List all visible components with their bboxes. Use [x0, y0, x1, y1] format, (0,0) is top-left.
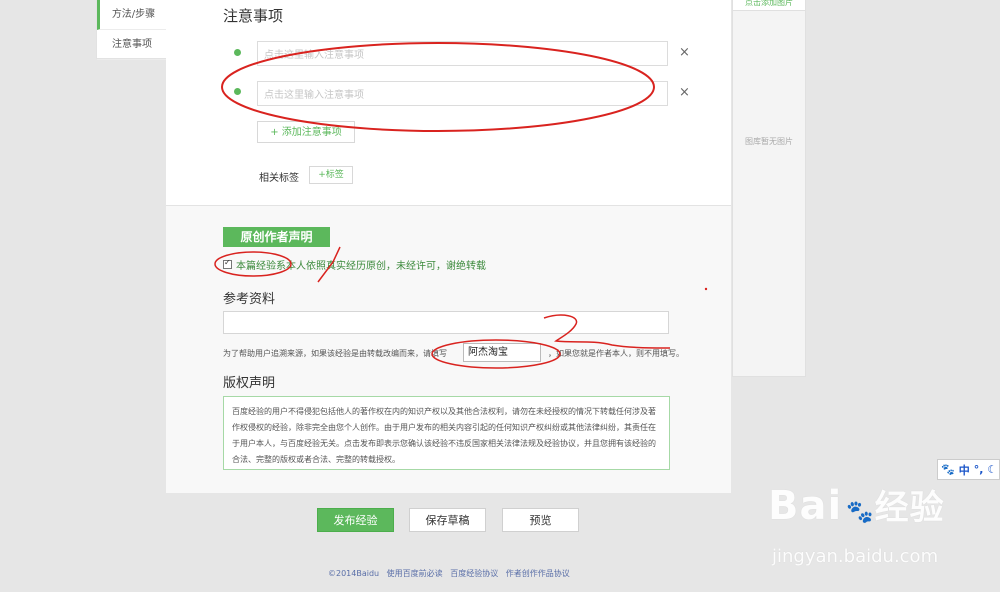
baidu-watermark: Bai 🐾经验 [768, 480, 945, 529]
copyright-title: 版权声明 [223, 376, 276, 391]
preview-button[interactable]: 预览 [502, 508, 579, 532]
image-library-panel: 点击添加图片 图库暂无图片 [732, 0, 806, 377]
note-input-1[interactable]: 点击这里输入注意事项 [257, 41, 668, 66]
originality-checkbox-row[interactable]: 本篇经验系本人依照真实经历原创，未经许可，谢绝转载 [223, 257, 486, 272]
paw-logo-icon: 🐾 [846, 500, 875, 525]
image-library-empty: 图库暂无图片 [745, 137, 793, 146]
tags-label: 相关标签 [259, 173, 299, 184]
ime-toolbar[interactable]: 🐾 中 °, ☾ [937, 459, 1000, 480]
note-input-2[interactable]: 点击这里输入注意事项 [257, 81, 668, 106]
references-textarea[interactable] [223, 311, 669, 334]
note-bullet-icon [234, 49, 241, 56]
add-tag-button[interactable]: +标签 [309, 166, 353, 184]
add-image-link[interactable]: 点击添加图片 [733, 0, 805, 11]
left-nav: 方法/步骤 注意事项 [96, 0, 168, 60]
footer-links: ©2014Baidu 使用百度前必读 百度经验协议 作者创作作品协议 [328, 568, 575, 579]
references-note: 为了帮助用户追溯来源，如果该经验是由转载改编而来，请填写 [223, 348, 447, 359]
ime-punct[interactable]: °, [974, 463, 984, 476]
paw-icon: 🐾 [941, 463, 955, 476]
nav-item-notes[interactable]: 注意事项 [97, 30, 167, 60]
close-icon[interactable]: × [679, 45, 690, 60]
nav-item-steps[interactable]: 方法/步骤 [97, 0, 167, 30]
references-title: 参考资料 [223, 292, 276, 307]
watermark-suffix: 经验 [874, 488, 945, 528]
original-author-badge: 原创作者声明 [223, 227, 330, 247]
publish-button[interactable]: 发布经验 [317, 508, 394, 532]
note-bullet-icon [234, 88, 241, 95]
watermark-brand: Bai [768, 483, 843, 529]
add-note-button[interactable]: + 添加注意事项 [257, 121, 355, 143]
footer-link-terms[interactable]: 使用百度前必读 [387, 569, 443, 578]
originality-checkbox[interactable] [223, 258, 232, 269]
originality-label: 本篇经验系本人依照真实经历原创，未经许可，谢绝转载 [236, 261, 486, 272]
moon-icon[interactable]: ☾ [987, 463, 997, 476]
copyright-text: 百度经验的用户不得侵犯包括他人的著作权在内的知识产权以及其他合法权利，请勿在未经… [223, 396, 670, 470]
watermark-url: jingyan.baidu.com [772, 546, 939, 567]
save-draft-button[interactable]: 保存草稿 [409, 508, 486, 532]
references-note-after: ，如果您就是作者本人，则不用填写。 [548, 349, 684, 358]
footer-link-author-agreement[interactable]: 作者创作作品协议 [506, 569, 570, 578]
footer-link-agreement[interactable]: 百度经验协议 [450, 569, 498, 578]
close-icon[interactable]: × [679, 85, 690, 100]
ime-mode[interactable]: 中 [959, 462, 970, 478]
references-note-before: 为了帮助用户追溯来源，如果该经验是由转载改编而来，请填写 [223, 349, 447, 358]
footer-copyright: ©2014Baidu [328, 569, 380, 578]
notes-title: 注意事项 [223, 7, 284, 25]
source-author-input[interactable]: 阿杰淘宝 [463, 343, 541, 362]
